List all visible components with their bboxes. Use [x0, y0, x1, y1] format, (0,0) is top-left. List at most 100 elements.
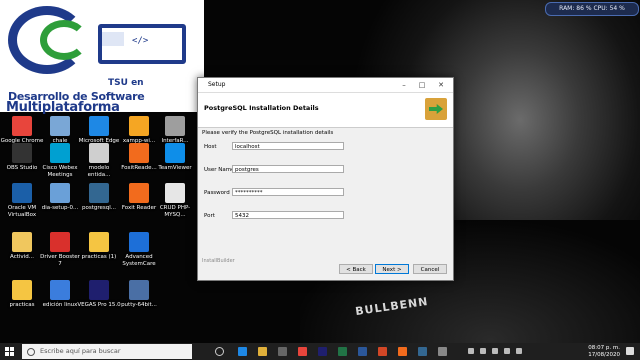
edge-taskbar-icon[interactable] — [238, 347, 247, 356]
maximize-icon[interactable]: □ — [416, 80, 428, 90]
desktop-app-icon — [50, 143, 70, 163]
desktop-icon[interactable]: Cisco Webex Meetings — [38, 143, 82, 179]
tray-up-icon[interactable] — [468, 348, 474, 354]
excel-icon[interactable] — [338, 347, 347, 356]
battery-icon[interactable] — [504, 348, 510, 354]
desktop-app-icon — [12, 232, 32, 252]
system-monitor-widget[interactable]: RAM: 86 % CPU: 54 % — [545, 2, 639, 16]
desktop-icon[interactable]: practicas (1) — [77, 232, 121, 261]
desktop-icon-label: TeamViewer — [158, 165, 192, 171]
notification-icon[interactable] — [626, 347, 634, 355]
powerpoint-icon[interactable] — [378, 347, 387, 356]
dialog-heading: PostgreSQL Installation Details — [204, 104, 319, 112]
desktop-app-icon — [50, 116, 70, 136]
logo-line3: Multiplataforma — [6, 100, 120, 115]
taskbar: Escribe aquí para buscar 08:07 p. m. 17/… — [0, 343, 640, 360]
desktop-icon[interactable]: VEGAS Pro 15.0 — [77, 280, 121, 309]
dialog-titlebar[interactable]: Setup – □ ✕ — [198, 78, 453, 93]
desktop-app-icon — [89, 116, 109, 136]
desktop-icon[interactable]: CRUD PHP-MYSQ... — [153, 183, 197, 219]
desktop-icon-label: CRUD PHP-MYSQ... — [159, 205, 191, 218]
desktop-icon[interactable]: Advanced SystemCare — [117, 232, 161, 268]
cortana-icon[interactable] — [215, 347, 224, 356]
word-icon[interactable] — [358, 347, 367, 356]
desktop-app-icon — [12, 183, 32, 203]
username-label: User Name — [204, 167, 235, 173]
clock-date: 17/08/2020 — [588, 352, 620, 358]
desktop-app-icon — [89, 232, 109, 252]
foxit-taskbar-icon[interactable] — [398, 347, 407, 356]
taskbar-clock[interactable]: 08:07 p. m. 17/08/2020 — [588, 345, 620, 359]
host-label: Host — [204, 144, 217, 150]
desktop-app-icon — [129, 280, 149, 300]
desktop-icon[interactable]: TeamViewer — [153, 143, 197, 172]
vegas-taskbar-icon[interactable] — [318, 347, 327, 356]
desktop-icon-label: modelo entida... — [87, 165, 111, 178]
dialog-title: Setup — [208, 81, 226, 88]
desktop-app-icon — [165, 183, 185, 203]
setup-taskbar-icon[interactable] — [438, 347, 447, 356]
desktop-icon-label: putty-64bit... — [121, 302, 157, 308]
cancel-button[interactable]: Cancel — [413, 264, 447, 274]
desktop-icon-label: VEGAS Pro 15.0 — [77, 302, 121, 308]
desktop-icon-label: Advanced SystemCare — [122, 254, 156, 267]
desktop-app-icon — [50, 183, 70, 203]
desktop-icon[interactable]: putty-64bit... — [117, 280, 161, 309]
search-icon — [27, 348, 35, 356]
password-label: Password — [204, 190, 230, 196]
desktop-icon-label: postgresql... — [81, 205, 117, 211]
desktop-app-icon — [12, 116, 32, 136]
setup-dialog: Setup – □ ✕ PostgreSQL Installation Deta… — [197, 77, 454, 281]
desktop-app-icon — [129, 232, 149, 252]
file-explorer-icon[interactable] — [258, 347, 267, 356]
clock-time: 08:07 p. m. — [588, 345, 620, 351]
desktop-icon-label: edición linux — [42, 302, 78, 308]
logo-monitor-bar — [102, 32, 124, 46]
network-icon[interactable] — [480, 348, 486, 354]
desktop-icon-label: practicas (1) — [81, 254, 117, 260]
port-label: Port — [204, 213, 215, 219]
desktop-icon[interactable]: edición linux — [38, 280, 82, 309]
back-button[interactable]: < Back — [339, 264, 373, 274]
desktop-app-icon — [129, 183, 149, 203]
desktop-app-icon — [50, 280, 70, 300]
password-field[interactable]: ********** — [232, 188, 344, 196]
desktop-icon[interactable]: Microsoft Edge — [77, 116, 121, 145]
desktop-app-icon — [12, 143, 32, 163]
port-field[interactable]: 5432 — [232, 211, 344, 219]
minimize-icon[interactable]: – — [398, 80, 410, 90]
dialog-header: PostgreSQL Installation Details — [198, 93, 453, 128]
desktop-app-icon — [165, 116, 185, 136]
desktop-app-icon — [89, 280, 109, 300]
desktop-app-icon — [89, 143, 109, 163]
username-field[interactable]: postgres — [232, 165, 344, 173]
windows-start-icon[interactable] — [5, 347, 15, 357]
monitor-icon: </> — [98, 24, 186, 64]
installbuilder-text: InstallBuilder — [202, 258, 235, 264]
host-field[interactable]: localhost — [232, 142, 344, 150]
next-button[interactable]: Next > — [375, 264, 409, 274]
desktop-app-icon — [129, 116, 149, 136]
desktop-icon[interactable]: InterfaR... — [153, 116, 197, 145]
desktop-icon[interactable]: dia-setup-0... — [38, 183, 82, 212]
desktop-app-icon — [89, 183, 109, 203]
language-icon[interactable] — [516, 348, 522, 354]
desktop-icon[interactable]: modelo entida... — [77, 143, 121, 179]
close-icon[interactable]: ✕ — [435, 80, 447, 90]
store-icon[interactable] — [278, 347, 287, 356]
desktop-icon-label: dia-setup-0... — [41, 205, 79, 211]
desktop-app-icon — [165, 143, 185, 163]
logo-ring-green — [40, 20, 88, 60]
tsu-logo: </> TSU en Desarrollo de Software Multip… — [0, 0, 204, 115]
chrome-taskbar-icon[interactable] — [298, 347, 307, 356]
postgres-taskbar-icon[interactable] — [418, 347, 427, 356]
volume-icon[interactable] — [492, 348, 498, 354]
desktop-app-icon — [50, 232, 70, 252]
search-placeholder: Escribe aquí para buscar — [40, 347, 121, 355]
logo-line1: TSU en — [108, 78, 144, 88]
desktop-icon[interactable]: chale — [38, 116, 82, 145]
taskbar-search-input[interactable]: Escribe aquí para buscar — [22, 344, 192, 359]
desktop-icon[interactable]: Driver Booster 7 — [38, 232, 82, 268]
desktop-icon-label: Cisco Webex Meetings — [42, 165, 78, 178]
desktop-icon[interactable]: postgresql... — [77, 183, 121, 212]
